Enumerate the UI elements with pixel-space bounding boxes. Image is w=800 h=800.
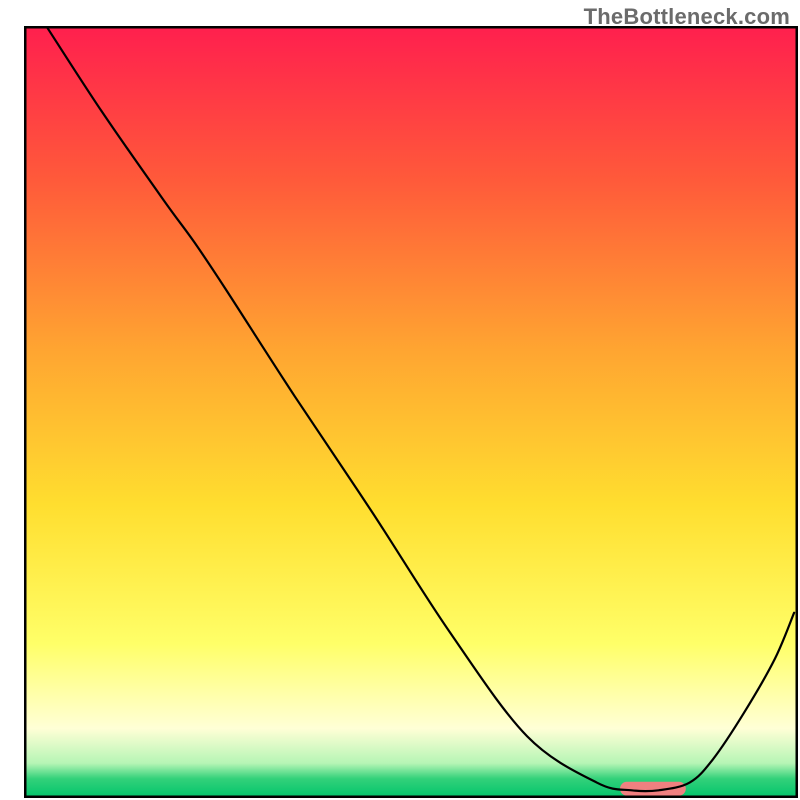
chart-background <box>24 26 798 798</box>
optimal-range-marker <box>620 782 686 796</box>
watermark-text: TheBottleneck.com <box>584 4 790 30</box>
bottleneck-chart <box>0 0 800 800</box>
